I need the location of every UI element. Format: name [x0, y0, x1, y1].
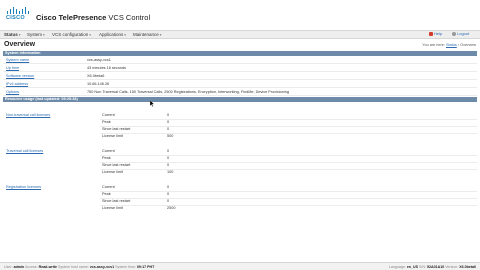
serial-value: 52A01A10 — [427, 264, 445, 269]
chevron-down-icon: ▾ — [89, 33, 92, 37]
info-row-options: Options 750 Non Traversal Calls, 150 Tra… — [3, 88, 477, 96]
usage-row: Since last restart 0 — [102, 163, 170, 167]
status-bar-right: Language: en_US S/N: 52A01A10 Version: X… — [388, 264, 476, 269]
usage-row: License limit 500 — [102, 134, 174, 138]
up-time-value: 43 minutes 16 seconds — [87, 65, 127, 70]
resource-usage-heading: Resource usage (last updated: 09:25:38) — [3, 97, 477, 102]
traversal-licenses-link[interactable]: Traversal call licenses — [6, 149, 43, 153]
logo-text: CISCO — [6, 15, 25, 21]
cisco-logo: CISCO — [6, 7, 30, 23]
info-row-up-time: Up time 43 minutes 16 seconds — [3, 64, 477, 72]
ipv4-address-value: 10.66.146.26 — [87, 81, 110, 86]
language-value: en_US — [406, 264, 419, 269]
usage-row: Since last restart 0 — [102, 199, 170, 203]
help-link[interactable]: Help — [429, 31, 442, 36]
system-time-value: 09:17 PHT — [136, 264, 155, 269]
mouse-cursor-icon — [150, 100, 155, 107]
usage-row: Peak 0 — [102, 156, 170, 160]
usage-row: Peak 0 — [102, 120, 170, 124]
breadcrumb-status-link[interactable]: Status — [446, 43, 457, 47]
breadcrumb-current: Overview — [460, 43, 476, 47]
help-icon — [429, 31, 433, 36]
usage-row: Current 0 — [102, 113, 170, 117]
user-value: admin — [13, 264, 25, 269]
status-bar-left: User: admin Access: Read-write System ho… — [4, 264, 155, 269]
usage-row: License limit 100 — [102, 170, 174, 174]
main-nav: Status▾ System▾ VCS configuration▾ Appli… — [0, 30, 480, 39]
usage-row: Current 0 — [102, 185, 170, 189]
chevron-down-icon: ▾ — [124, 33, 127, 37]
nav-status[interactable]: Status▾ — [4, 32, 21, 37]
chevron-down-icon: ▾ — [18, 33, 21, 37]
nav-maintenance[interactable]: Maintenance▾ — [133, 32, 162, 37]
app-header: CISCO Cisco TelePresence VCS Control — [0, 0, 480, 30]
access-value: Read-write — [38, 264, 57, 269]
app-title: Cisco TelePresence VCS Control — [36, 13, 150, 22]
product-name: VCS Control — [108, 13, 151, 22]
brand-name: Cisco TelePresence — [36, 13, 107, 22]
options-value: 750 Non Traversal Calls, 150 Traversal C… — [87, 89, 289, 94]
status-bar: User: admin Access: Read-write System ho… — [0, 262, 480, 270]
options-label[interactable]: Options — [6, 90, 19, 94]
chevron-down-icon: ▾ — [159, 33, 162, 37]
non-traversal-licenses-link[interactable]: Non-traversal call licenses — [6, 113, 50, 117]
usage-row: Current 0 — [102, 149, 170, 153]
usage-row: License limit 2500 — [102, 206, 176, 210]
software-version-value: X6.0beta6 — [87, 73, 105, 78]
chevron-down-icon: ▾ — [43, 33, 45, 37]
nav-vcs-configuration[interactable]: VCS configuration▾ — [52, 32, 91, 37]
version-value: X6.0beta6 — [459, 264, 476, 269]
usage-row: Since last restart 0 — [102, 127, 170, 131]
software-version-label[interactable]: Software version — [6, 74, 34, 78]
page-title: Overview — [4, 41, 36, 48]
system-name-label[interactable]: System name — [6, 58, 29, 62]
nav-applications[interactable]: Applications▾ — [99, 32, 126, 37]
info-row-system-name: System name vcs-assy-vcs1 — [3, 56, 477, 64]
breadcrumb: You are here: Status › Overview — [422, 43, 476, 47]
usage-row: Peak 0 — [102, 192, 170, 196]
registration-licenses-link[interactable]: Registration licenses — [6, 185, 41, 189]
info-row-ipv4-address: IPv4 address 10.66.146.26 — [3, 80, 477, 88]
system-name-value: vcs-assy-vcs1 — [87, 57, 111, 62]
info-row-software-version: Software version X6.0beta6 — [3, 72, 477, 80]
nav-system[interactable]: System▾ — [27, 32, 45, 37]
system-host-value: vcs-assy-vcs1 — [89, 264, 115, 269]
logout-link[interactable]: Logout — [452, 31, 469, 36]
up-time-label[interactable]: Up time — [6, 66, 19, 70]
logout-icon — [452, 31, 456, 36]
ipv4-address-label[interactable]: IPv4 address — [6, 82, 28, 86]
